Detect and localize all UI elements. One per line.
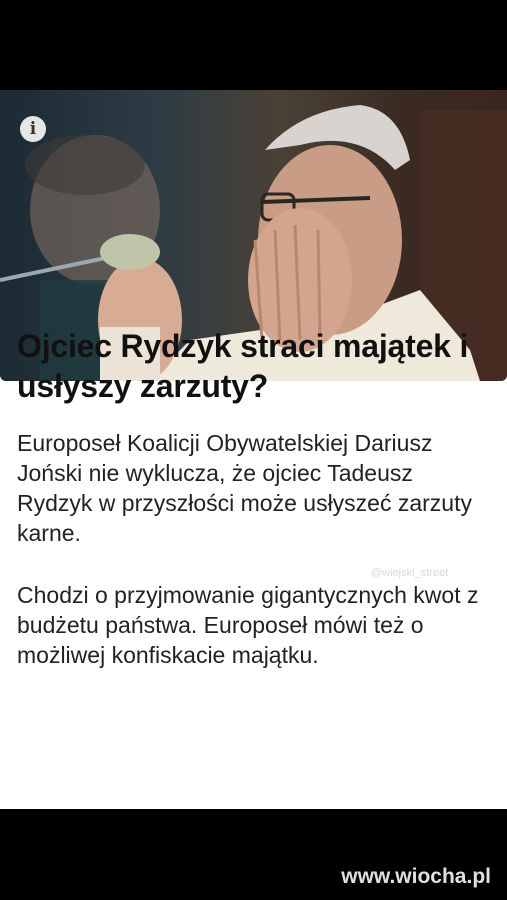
article-paragraph-2: Chodzi o przyjmowanie gigantycznych kwot… [17, 582, 479, 668]
site-watermark: www.wiocha.pl [341, 865, 491, 888]
article-card[interactable]: i Ojciec Rydzyk straci majątek i usłyszy… [0, 90, 507, 809]
info-icon[interactable]: i [20, 116, 46, 142]
author-watermark: @wiejski_street [371, 567, 449, 579]
top-black-bar [0, 0, 507, 90]
article-headline[interactable]: Ojciec Rydzyk straci majątek i usłyszy z… [17, 326, 492, 406]
article-paragraph-1: Europoseł Koalicji Obywatelskiej Dariusz… [17, 430, 472, 546]
